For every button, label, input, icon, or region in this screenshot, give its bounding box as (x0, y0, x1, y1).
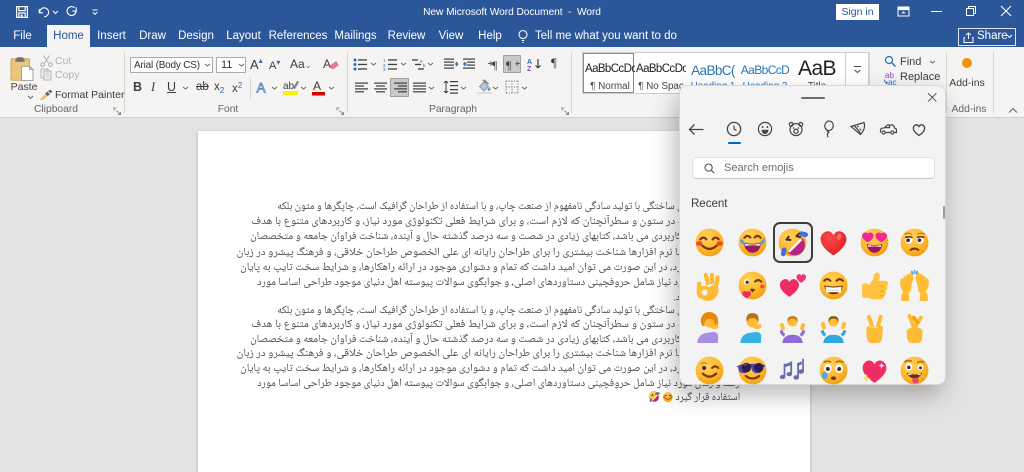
svg-text:Z: Z (527, 66, 532, 71)
svg-text:b: b (423, 63, 426, 68)
svg-text:A: A (323, 57, 331, 71)
svg-text:¶: ¶ (506, 58, 512, 71)
svg-text:¶: ¶ (492, 58, 498, 71)
svg-text:ac: ac (888, 78, 896, 85)
svg-text:A: A (527, 59, 532, 66)
svg-text:3: 3 (383, 67, 386, 71)
svg-text:A: A (257, 81, 266, 96)
svg-text:A: A (313, 79, 321, 93)
svg-text:ab: ab (283, 81, 295, 92)
